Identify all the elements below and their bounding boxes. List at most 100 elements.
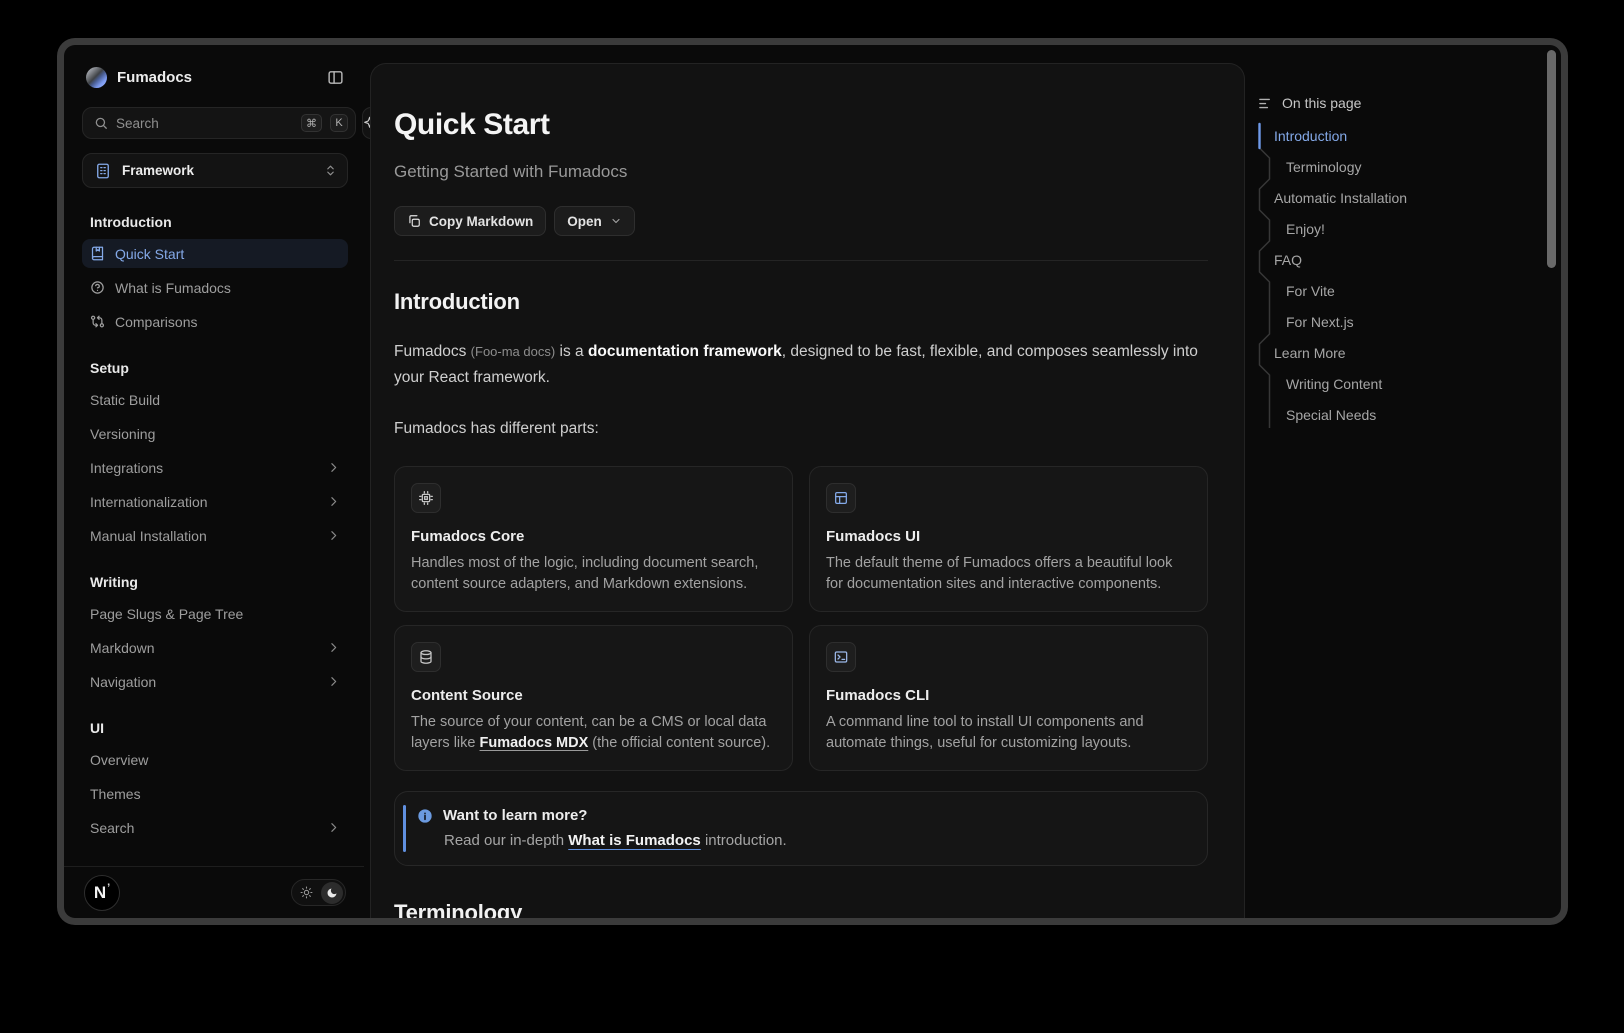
toc-item-for-vite[interactable]: For Vite bbox=[1258, 276, 1498, 307]
card-fumadocs-ui[interactable]: Fumadocs UI The default theme of Fumadoc… bbox=[809, 466, 1208, 612]
page-toolbar: Copy Markdown Open bbox=[394, 206, 1208, 236]
intro-mid: is a bbox=[555, 343, 588, 360]
callout-body-pre: Read our in-depth bbox=[444, 832, 568, 849]
sidebar-collapse-button[interactable] bbox=[327, 69, 344, 86]
kbd-k: K bbox=[330, 114, 348, 132]
app-surface: Fumadocs ⌘ K bbox=[64, 45, 1561, 918]
sidebar-item-overview[interactable]: Overview bbox=[82, 745, 348, 774]
card-fumadocs-core[interactable]: Fumadocs Core Handles most of the logic,… bbox=[394, 466, 793, 612]
card-description: A command line tool to install UI compon… bbox=[826, 712, 1191, 754]
sidebar-item-label: Comparisons bbox=[115, 314, 197, 330]
scrollbar-thumb[interactable] bbox=[1547, 50, 1556, 268]
card-title: Fumadocs CLI bbox=[826, 687, 1191, 704]
terminal-icon bbox=[826, 642, 856, 672]
page-title: Quick Start bbox=[394, 108, 1208, 142]
sidebar-item-label: Quick Start bbox=[115, 246, 184, 262]
sidebar-item-label: Static Build bbox=[90, 392, 160, 408]
sidebar-item-quick-start[interactable]: Quick Start bbox=[82, 239, 348, 268]
search-input[interactable] bbox=[116, 116, 293, 131]
search-row: ⌘ K bbox=[82, 107, 348, 139]
sidebar-item-label: Themes bbox=[90, 786, 141, 802]
open-menu-button[interactable]: Open bbox=[554, 206, 635, 236]
avatar-letter: N bbox=[94, 883, 106, 903]
toc-heading-label: On this page bbox=[1282, 95, 1361, 111]
sidebar-item-search[interactable]: Search bbox=[82, 813, 348, 842]
nav-section-writing: Writing bbox=[82, 574, 348, 590]
layout-panel-icon bbox=[826, 483, 856, 513]
copy-markdown-button[interactable]: Copy Markdown bbox=[394, 206, 546, 236]
sidebar-item-static-build[interactable]: Static Build bbox=[82, 385, 348, 414]
sidebar-item-navigation[interactable]: Navigation bbox=[82, 667, 348, 696]
intro-pronunciation: (Foo-ma docs) bbox=[471, 344, 556, 359]
toc-item-enjoy[interactable]: Enjoy! bbox=[1258, 214, 1498, 245]
search-icon bbox=[94, 116, 108, 130]
intro-paragraph: Fumadocs (Foo-ma docs) is a documentatio… bbox=[394, 339, 1208, 392]
copy-markdown-label: Copy Markdown bbox=[429, 214, 533, 229]
card-content-source[interactable]: Content Source The source of your conten… bbox=[394, 625, 793, 771]
align-left-icon bbox=[1258, 96, 1273, 111]
callout-header: Want to learn more? bbox=[417, 807, 1189, 824]
sidebar-item-versioning[interactable]: Versioning bbox=[82, 419, 348, 448]
toc-item-faq[interactable]: FAQ bbox=[1258, 245, 1498, 276]
moon-icon[interactable] bbox=[321, 882, 343, 904]
toc-list: Introduction Terminology Automatic Insta… bbox=[1258, 121, 1498, 431]
chevron-right-icon bbox=[327, 821, 340, 834]
nextjs-avatar[interactable]: N’ bbox=[84, 875, 120, 911]
sidebar: Fumadocs ⌘ K bbox=[64, 45, 364, 918]
sidebar-item-comparisons[interactable]: Comparisons bbox=[82, 307, 348, 336]
fumadocs-logo bbox=[86, 67, 107, 88]
book-marked-icon bbox=[90, 246, 105, 261]
nav-section-introduction: Introduction bbox=[82, 214, 348, 230]
what-is-fumadocs-link[interactable]: What is Fumadocs bbox=[568, 832, 701, 849]
kbd-command: ⌘ bbox=[301, 114, 322, 132]
theme-toggle[interactable] bbox=[291, 879, 346, 906]
callout-accent-bar bbox=[403, 805, 406, 852]
sidebar-item-label: Navigation bbox=[90, 674, 156, 690]
toc-item-automatic-installation[interactable]: Automatic Installation bbox=[1258, 183, 1498, 214]
fumadocs-mdx-link[interactable]: Fumadocs MDX bbox=[480, 735, 589, 751]
sidebar-item-page-slugs[interactable]: Page Slugs & Page Tree bbox=[82, 599, 348, 628]
sidebar-item-internationalization[interactable]: Internationalization bbox=[82, 487, 348, 516]
toc-item-writing-content[interactable]: Writing Content bbox=[1258, 369, 1498, 400]
framework-selector[interactable]: Framework bbox=[82, 153, 348, 188]
chevrons-up-down-icon bbox=[324, 164, 337, 177]
heading-terminology: Terminology bbox=[394, 900, 1208, 918]
chevron-right-icon bbox=[327, 675, 340, 688]
feature-cards: Fumadocs Core Handles most of the logic,… bbox=[394, 466, 1208, 771]
callout-title: Want to learn more? bbox=[443, 807, 587, 824]
avatar-tick: ’ bbox=[107, 882, 110, 894]
sidebar-item-integrations[interactable]: Integrations bbox=[82, 453, 348, 482]
sidebar-header: Fumadocs bbox=[64, 63, 364, 91]
git-compare-icon bbox=[90, 314, 105, 329]
intro-bold: documentation framework bbox=[588, 343, 782, 360]
sun-icon[interactable] bbox=[300, 886, 313, 899]
sidebar-item-what-is-fumadocs[interactable]: What is Fumadocs bbox=[82, 273, 348, 302]
database-icon bbox=[411, 642, 441, 672]
main-content-panel: Quick Start Getting Started with Fumadoc… bbox=[370, 63, 1245, 918]
intro-fumadocs: Fumadocs bbox=[394, 343, 471, 360]
search-box[interactable]: ⌘ K bbox=[82, 107, 356, 139]
section-divider bbox=[394, 260, 1208, 261]
callout-body: Read our in-depth What is Fumadocs intro… bbox=[444, 832, 1189, 849]
chevron-down-icon bbox=[610, 215, 622, 227]
card-title: Fumadocs UI bbox=[826, 528, 1191, 545]
sidebar-item-label: Manual Installation bbox=[90, 528, 207, 544]
chevron-right-icon bbox=[327, 495, 340, 508]
toc-item-special-needs[interactable]: Special Needs bbox=[1258, 400, 1498, 431]
toc-item-introduction[interactable]: Introduction bbox=[1258, 121, 1498, 152]
sidebar-item-manual-installation[interactable]: Manual Installation bbox=[82, 521, 348, 550]
parts-paragraph: Fumadocs has different parts: bbox=[394, 416, 1208, 442]
sidebar-nav: Introduction Quick Start What is Fumadoc… bbox=[64, 188, 364, 866]
chevron-right-icon bbox=[327, 641, 340, 654]
sidebar-item-label: Internationalization bbox=[90, 494, 208, 510]
brand: Fumadocs bbox=[86, 67, 192, 88]
nav-section-ui: UI bbox=[82, 720, 348, 736]
toc-item-for-nextjs[interactable]: For Next.js bbox=[1258, 307, 1498, 338]
sidebar-item-markdown[interactable]: Markdown bbox=[82, 633, 348, 662]
sidebar-item-label: Versioning bbox=[90, 426, 155, 442]
card-description: Handles most of the logic, including doc… bbox=[411, 553, 776, 595]
sidebar-item-themes[interactable]: Themes bbox=[82, 779, 348, 808]
toc-item-terminology[interactable]: Terminology bbox=[1258, 152, 1498, 183]
card-fumadocs-cli[interactable]: Fumadocs CLI A command line tool to inst… bbox=[809, 625, 1208, 771]
toc-item-learn-more[interactable]: Learn More bbox=[1258, 338, 1498, 369]
